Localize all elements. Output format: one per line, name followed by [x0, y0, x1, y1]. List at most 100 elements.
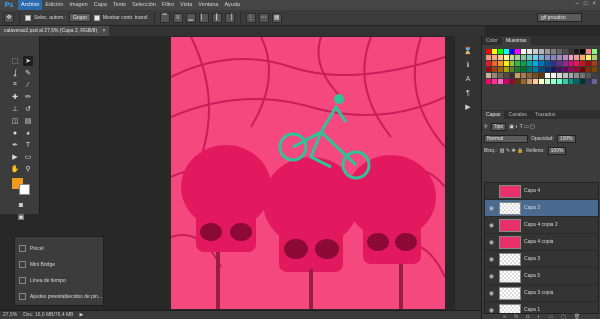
transform-controls-checkbox[interactable]: [93, 14, 100, 21]
align-top-icon[interactable]: ▔: [159, 12, 170, 23]
swatch-cell[interactable]: [497, 49, 503, 54]
swatch-cell[interactable]: [533, 55, 539, 60]
menu-item[interactable]: Ventana: [195, 0, 221, 10]
swatch-cell[interactable]: [556, 67, 562, 72]
add-mask-icon[interactable]: ◘: [526, 314, 529, 319]
swatch-cell[interactable]: [491, 61, 497, 66]
swatch-cell[interactable]: [486, 79, 491, 84]
menu-item[interactable]: Archivo: [18, 0, 43, 10]
swatch-cell[interactable]: [556, 61, 562, 66]
menu-item[interactable]: Vista: [177, 0, 195, 10]
swatch-cell[interactable]: [521, 61, 527, 66]
paragraph-icon[interactable]: ¶: [463, 88, 473, 98]
layer-row[interactable]: ◉ Capa 2: [485, 200, 598, 217]
swatch-cell[interactable]: [550, 79, 556, 84]
align-right-icon[interactable]: ▕: [224, 12, 235, 23]
distribute-horizontal-icon[interactable]: ⋯: [258, 12, 269, 23]
layer-row[interactable]: Capa 4: [485, 183, 598, 200]
history-brush-tool-icon[interactable]: ↺: [23, 104, 33, 114]
mini-bridge-item[interactable]: Mini Bridge: [19, 261, 55, 268]
swatch-cell[interactable]: [533, 79, 539, 84]
quick-select-tool-icon[interactable]: ✎: [23, 68, 33, 78]
actions-icon[interactable]: ▶: [463, 102, 473, 112]
swatch-cell[interactable]: [539, 73, 544, 78]
swatch-cell[interactable]: [533, 49, 539, 54]
menu-item[interactable]: Ayuda: [221, 0, 243, 10]
swatch-cell[interactable]: [544, 61, 550, 66]
align-middle-icon[interactable]: ≡: [172, 12, 183, 23]
swatch-cell[interactable]: [497, 61, 503, 66]
hand-tool-icon[interactable]: ✋: [10, 164, 20, 174]
swatch-cell[interactable]: [539, 49, 544, 54]
layer-row[interactable]: ◉ Capa 1: [485, 302, 598, 313]
swatch-cell[interactable]: [539, 61, 544, 66]
swatch-cell[interactable]: [574, 79, 580, 84]
opacity-input[interactable]: 100%: [556, 134, 576, 143]
align-bottom-icon[interactable]: ▁: [185, 12, 196, 23]
swatch-cell[interactable]: [592, 61, 597, 66]
layer-row[interactable]: ◉ Capa 4 copia: [485, 234, 598, 251]
swatch-cell[interactable]: [527, 61, 533, 66]
swatch-cell[interactable]: [515, 55, 521, 60]
swatch-cell[interactable]: [486, 55, 491, 60]
swatch-cell[interactable]: [544, 49, 550, 54]
swatch-cell[interactable]: [509, 73, 515, 78]
eye-icon[interactable]: ◉: [487, 272, 496, 281]
delete-layer-icon[interactable]: 🗑: [574, 314, 580, 319]
lasso-tool-icon[interactable]: ʆ: [10, 68, 20, 78]
eye-icon[interactable]: ◉: [487, 238, 496, 247]
character-icon[interactable]: A: [463, 74, 473, 84]
swatch-cell[interactable]: [586, 67, 592, 72]
swatch-cell[interactable]: [515, 73, 521, 78]
status-arrow-icon[interactable]: ▶: [80, 312, 84, 318]
swatch-cell[interactable]: [568, 73, 574, 78]
swatch-cell[interactable]: [509, 61, 515, 66]
swatch-cell[interactable]: [539, 79, 544, 84]
swatch-cell[interactable]: [586, 79, 592, 84]
swatch-cell[interactable]: [550, 61, 556, 66]
history-icon[interactable]: ⌛: [463, 46, 473, 56]
swatch-cell[interactable]: [521, 49, 527, 54]
swatch-cell[interactable]: [521, 67, 527, 72]
swatch-cell[interactable]: [592, 67, 597, 72]
brush-tool-icon[interactable]: ✏: [23, 92, 33, 102]
tab-channels[interactable]: Canales: [504, 111, 530, 119]
swatch-cell[interactable]: [544, 67, 550, 72]
swatch-cell[interactable]: [503, 73, 509, 78]
swatch-cell[interactable]: [497, 73, 503, 78]
swatch-cell[interactable]: [491, 79, 497, 84]
swatch-cell[interactable]: [562, 73, 568, 78]
swatch-cell[interactable]: [544, 55, 550, 60]
tab-layers[interactable]: Capas: [482, 111, 505, 119]
eye-icon[interactable]: ◉: [487, 204, 496, 213]
swatch-cell[interactable]: [515, 61, 521, 66]
swatch-cell[interactable]: [550, 49, 556, 54]
swatch-cell[interactable]: [580, 79, 586, 84]
swatch-cell[interactable]: [521, 79, 527, 84]
menu-item[interactable]: Filtro: [159, 0, 177, 10]
swatch-cell[interactable]: [550, 55, 556, 60]
blend-mode-dropdown[interactable]: Normal: [484, 134, 528, 143]
swatch-cell[interactable]: [509, 55, 515, 60]
swatch-cell[interactable]: [527, 67, 533, 72]
swatch-cell[interactable]: [497, 55, 503, 60]
document-tab[interactable]: calaveras2.psd al 27,5% (Capa 2, RGB/8) …: [0, 26, 110, 36]
swatch-cell[interactable]: [515, 79, 521, 84]
swatch-cell[interactable]: [486, 73, 491, 78]
workspace-dropdown[interactable]: gif proudco: [537, 13, 582, 22]
swatch-cell[interactable]: [533, 61, 539, 66]
lock-icons[interactable]: ▨ ✎ ✥ 🔒: [500, 148, 524, 154]
tab-color[interactable]: Color: [482, 37, 502, 45]
layer-row[interactable]: ◉ Capa 3: [485, 251, 598, 268]
distribute-icon[interactable]: ⋮: [245, 12, 256, 23]
link-layers-icon[interactable]: ∞: [503, 314, 507, 319]
move-tool-icon[interactable]: ➤: [23, 56, 33, 66]
swatch-cell[interactable]: [503, 79, 509, 84]
swatch-cell[interactable]: [586, 73, 592, 78]
swatch-cell[interactable]: [556, 55, 562, 60]
swatch-cell[interactable]: [568, 61, 574, 66]
eye-icon[interactable]: ◉: [487, 221, 496, 230]
swatch-cell[interactable]: [515, 49, 521, 54]
layer-kind-dropdown[interactable]: Tipo: [490, 122, 507, 131]
autoselect-checkbox[interactable]: [25, 14, 31, 21]
